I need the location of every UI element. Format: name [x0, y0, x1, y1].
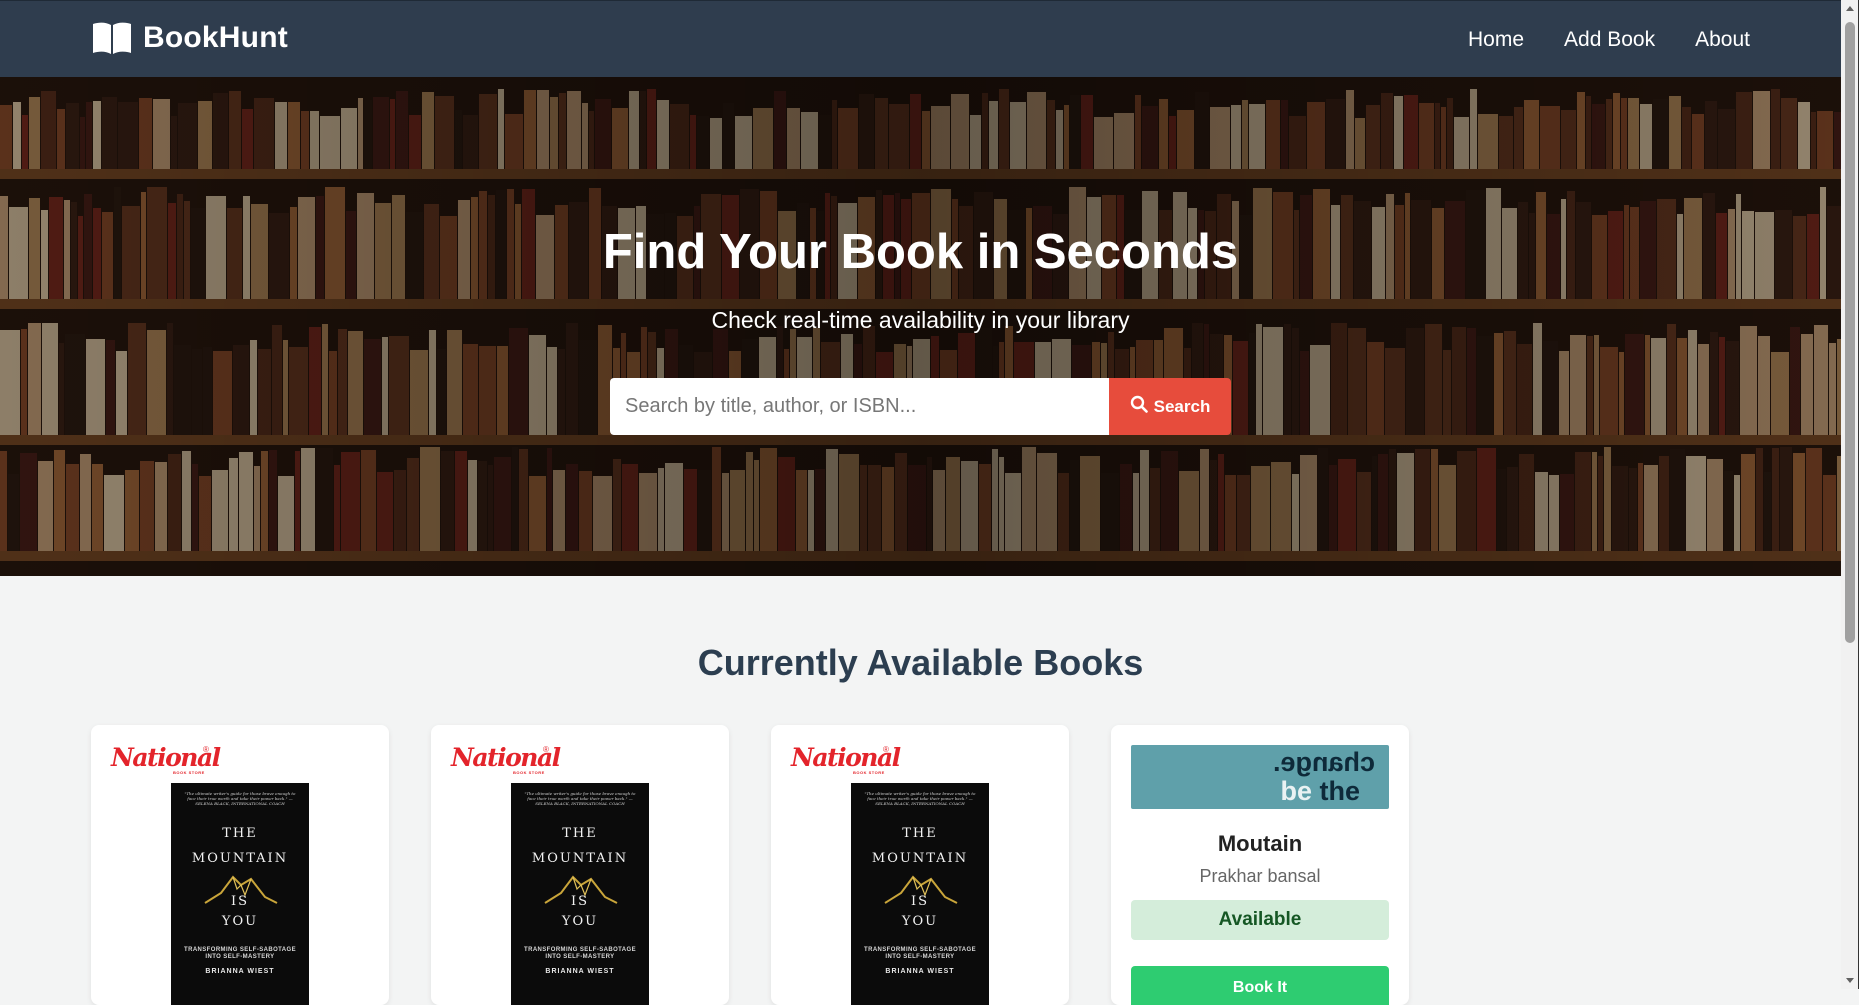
book-cover-image: National ® BOOK STORE "The ultimate writ…: [111, 745, 369, 1005]
book-it-button[interactable]: Book It: [1131, 966, 1389, 1005]
national-bookstore-logo: National ® BOOK STORE: [451, 743, 561, 776]
search-input[interactable]: [610, 378, 1109, 435]
nav-link-about[interactable]: About: [1695, 1, 1750, 78]
book-cover: "The ultimate writer's guide for those b…: [851, 783, 989, 1005]
national-bookstore-logo: National ® BOOK STORE: [111, 743, 221, 776]
book-card[interactable]: change. be the Moutain Prakhar bansal Av…: [1111, 725, 1409, 1005]
book-card[interactable]: National ® BOOK STORE "The ultimate writ…: [771, 725, 1069, 1005]
available-books-heading: Currently Available Books: [697, 642, 1144, 683]
nav-link-home[interactable]: Home: [1468, 1, 1524, 78]
book-card[interactable]: National ® BOOK STORE "The ultimate writ…: [431, 725, 729, 1005]
mountain-icon: [884, 875, 958, 904]
book-cover: "The ultimate writer's guide for those b…: [511, 783, 649, 1005]
book-cover-image: National ® BOOK STORE "The ultimate writ…: [791, 745, 1049, 1005]
mountain-icon: [204, 875, 278, 904]
book-cover-image: change. be the: [1131, 745, 1389, 809]
brand-logo[interactable]: BookHunt: [91, 20, 288, 56]
mountain-icon: [544, 875, 618, 904]
magnifier-icon: [1130, 395, 1148, 418]
status-badge: Available: [1131, 900, 1389, 940]
page-scrollbar[interactable]: [1841, 0, 1859, 989]
scroll-down-arrow-icon[interactable]: [1841, 972, 1859, 989]
search-form: Search: [610, 378, 1231, 435]
book-cover-image: National ® BOOK STORE "The ultimate writ…: [451, 745, 709, 1005]
book-author: Prakhar bansal: [1199, 866, 1321, 886]
open-book-icon: [91, 20, 133, 56]
search-button[interactable]: Search: [1109, 378, 1231, 435]
brand-name: BookHunt: [143, 21, 288, 54]
hero-title: Find Your Book in Seconds: [602, 225, 1239, 279]
scroll-up-arrow-icon[interactable]: [1841, 0, 1859, 17]
navbar: BookHunt Home Add Book About: [0, 0, 1841, 77]
book-cover: "The ultimate writer's guide for those b…: [171, 783, 309, 1005]
national-bookstore-logo: National ® BOOK STORE: [791, 743, 901, 776]
hero-subtitle: Check real-time availability in your lib…: [711, 307, 1130, 333]
hero-section: Find Your Book in Seconds Check real-tim…: [0, 77, 1841, 576]
scrollbar-thumb[interactable]: [1845, 22, 1855, 643]
book-card[interactable]: National ® BOOK STORE "The ultimate writ…: [91, 725, 389, 1005]
search-button-label: Search: [1153, 396, 1211, 416]
book-title: Moutain: [1217, 831, 1303, 856]
nav-link-add-book[interactable]: Add Book: [1564, 1, 1655, 78]
nav-links: Home Add Book About: [1468, 1, 1750, 78]
